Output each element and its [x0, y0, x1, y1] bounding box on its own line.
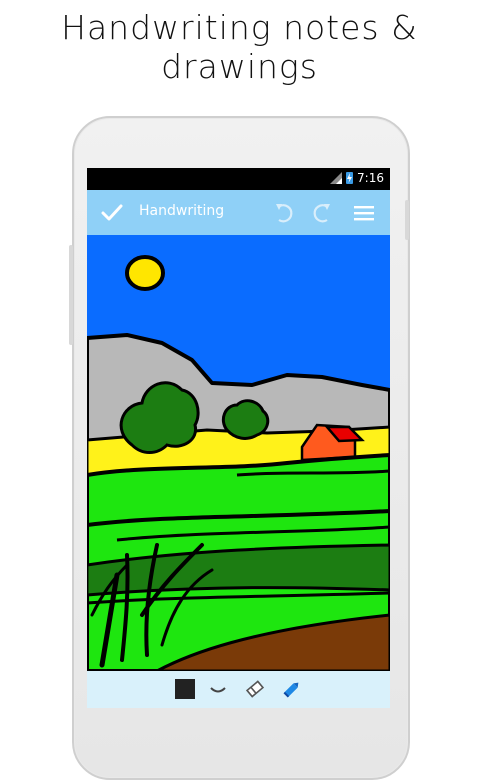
status-bar: 7:16 [87, 168, 390, 190]
phone-volume-button [69, 245, 73, 345]
phone-power-button [405, 200, 409, 240]
phone-screen: 7:16 Handwriting [87, 168, 390, 708]
landscape-drawing [87, 235, 390, 671]
battery-icon [346, 172, 354, 184]
check-icon[interactable] [99, 200, 125, 226]
redo-icon[interactable] [309, 200, 335, 226]
pencil-icon[interactable] [281, 678, 303, 700]
headline: Handwriting notes & drawings [61, 8, 418, 86]
color-swatch[interactable] [174, 678, 196, 700]
drawing-toolbar [87, 671, 390, 708]
undo-icon[interactable] [271, 200, 297, 226]
eraser-icon[interactable] [244, 678, 266, 700]
signal-icon [330, 172, 343, 184]
brush-stroke-icon[interactable] [207, 678, 229, 700]
status-time: 7:16 [357, 171, 384, 185]
app-bar: Handwriting [87, 190, 390, 235]
app-title: Handwriting [139, 203, 225, 219]
menu-icon[interactable] [351, 200, 377, 226]
selected-color-box [175, 679, 195, 699]
drawing-canvas[interactable] [87, 235, 390, 671]
